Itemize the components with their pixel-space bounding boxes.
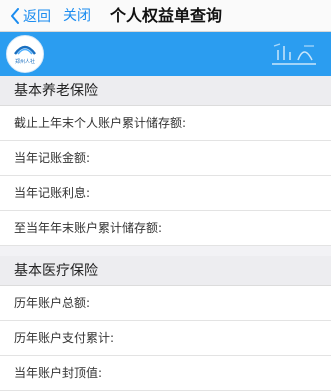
- row-label: 当年记账利息:: [14, 186, 91, 200]
- pension-row-current-interest: 当年记账利息:: [0, 176, 331, 211]
- back-label: 返回: [23, 9, 51, 25]
- section-pension-header: 基本养老保险: [0, 76, 331, 106]
- section-medical-header: 基本医疗保险: [0, 256, 331, 286]
- medical-row-cap: 当年账户封顶值:: [0, 356, 331, 391]
- row-label: 至当年年末账户累计储存额:: [14, 221, 163, 235]
- pension-row-prior-balance: 截止上年末个人账户累计储存额:: [0, 106, 331, 141]
- pension-row-year-end-balance: 至当年年末账户累计储存额:: [0, 211, 331, 246]
- medical-row-total: 历年账户总额:: [0, 286, 331, 321]
- logo: 郑州人社: [6, 35, 44, 73]
- chevron-left-icon: [11, 8, 19, 24]
- logo-text: 郑州人社: [14, 59, 35, 65]
- back-button[interactable]: 返回: [10, 5, 51, 27]
- row-label: 历年账户支付累计:: [14, 331, 115, 345]
- row-label: 截止上年末个人账户累计储存额:: [14, 116, 187, 130]
- page-title: 个人权益单查询: [110, 6, 223, 25]
- navigation-bar: 返回 关闭 个人权益单查询: [0, 0, 331, 32]
- row-label: 历年账户总额:: [14, 296, 91, 310]
- row-label: 当年记账金额:: [14, 151, 91, 165]
- close-button[interactable]: 关闭: [63, 5, 91, 27]
- watermark-icon: [272, 43, 316, 65]
- pension-row-current-amount: 当年记账金额:: [0, 141, 331, 176]
- medical-row-payments: 历年账户支付累计:: [0, 321, 331, 356]
- row-label: 当年账户封顶值:: [14, 366, 103, 380]
- logo-emblem-icon: [14, 45, 36, 55]
